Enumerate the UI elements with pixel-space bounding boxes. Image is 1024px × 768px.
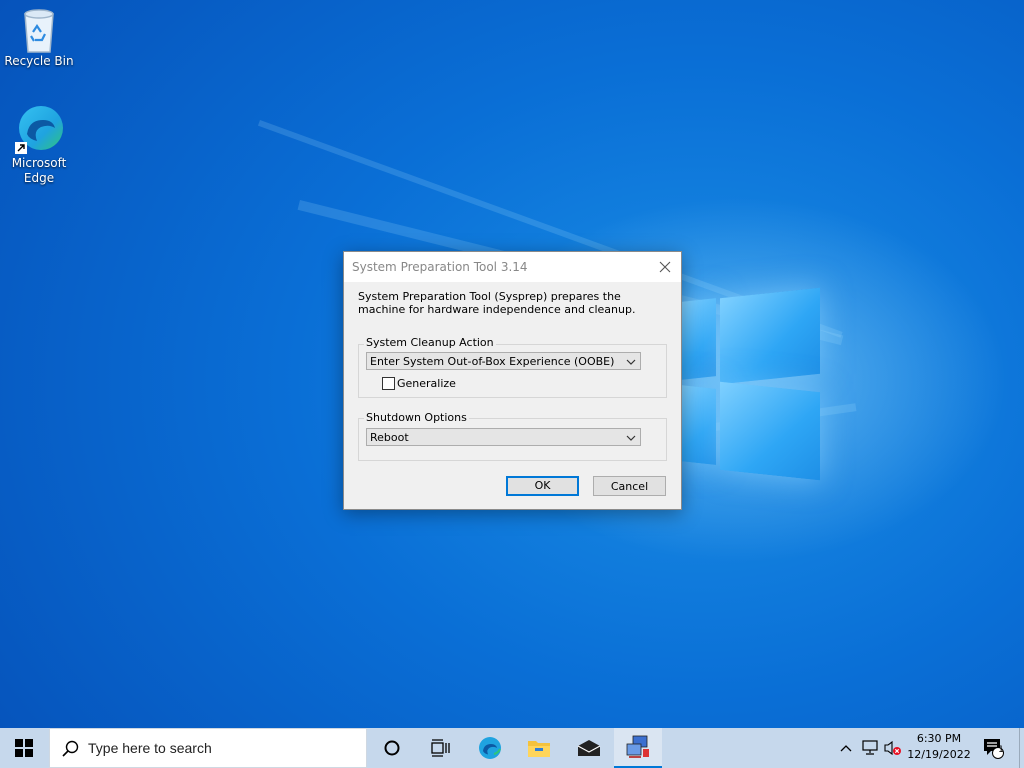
recycle-bin-label: Recycle Bin: [4, 54, 74, 68]
shutdown-select[interactable]: Reboot: [366, 428, 641, 446]
edge-icon: [479, 737, 501, 759]
cancel-button[interactable]: Cancel: [593, 476, 666, 496]
search-placeholder: Type here to search: [88, 740, 212, 756]
cleanup-group-label: System Cleanup Action: [364, 336, 496, 349]
network-icon: [862, 740, 878, 755]
recycle-bin-shortcut[interactable]: Recycle Bin: [1, 6, 77, 69]
recycle-bin-icon: [24, 9, 54, 53]
clock-time: 6:30 PM: [916, 732, 962, 745]
cortana-button[interactable]: [368, 728, 416, 768]
dialog-description: System Preparation Tool (Sysprep) prepar…: [358, 290, 636, 316]
close-icon[interactable]: [655, 257, 675, 277]
edge-icon: [15, 106, 63, 154]
edge-label: Microsoft Edge: [11, 156, 67, 185]
shutdown-value: Reboot: [370, 431, 409, 444]
search-icon: [62, 740, 79, 757]
cleanup-action-value: Enter System Out-of-Box Experience (OOBE…: [370, 355, 615, 368]
taskbar: Type here to search 6:30 PM 12/19/2022 1: [0, 728, 1024, 768]
taskbar-edge[interactable]: [466, 728, 514, 768]
notification-count: 1: [998, 745, 1004, 755]
taskbar-sysprep[interactable]: [614, 728, 662, 768]
logo-pane: [681, 298, 716, 380]
mail-icon: [577, 740, 601, 756]
volume-tray-button[interactable]: [882, 728, 904, 768]
cleanup-action-select[interactable]: Enter System Out-of-Box Experience (OOBE…: [366, 352, 641, 370]
ok-button[interactable]: OK: [506, 476, 579, 496]
logo-pane: [681, 385, 716, 465]
windows-icon: [15, 739, 33, 757]
generalize-label: Generalize: [397, 377, 456, 390]
generalize-checkbox[interactable]: [382, 377, 395, 390]
dialog-titlebar[interactable]: System Preparation Tool 3.14: [344, 252, 681, 282]
start-button[interactable]: [0, 728, 48, 768]
task-view-icon: [431, 739, 450, 757]
volume-muted-icon: [884, 740, 901, 756]
cortana-icon: [384, 740, 400, 756]
chevron-down-icon: [626, 359, 636, 365]
task-view-button[interactable]: [416, 728, 464, 768]
network-tray-button[interactable]: [858, 728, 882, 768]
taskbar-file-explorer[interactable]: [515, 728, 563, 768]
logo-pane: [720, 287, 820, 385]
sysprep-dialog: System Preparation Tool 3.14 System Prep…: [343, 251, 682, 510]
folder-icon: [528, 741, 550, 757]
taskbar-clock[interactable]: 6:30 PM 12/19/2022: [904, 731, 974, 763]
chevron-up-icon: [840, 745, 852, 752]
notification-center-button[interactable]: 1: [978, 728, 1008, 768]
sysprep-icon: [626, 735, 649, 758]
taskbar-search[interactable]: Type here to search: [49, 728, 367, 768]
clock-date: 12/19/2022: [907, 748, 971, 761]
chevron-down-icon: [626, 435, 636, 441]
dialog-title: System Preparation Tool 3.14: [352, 260, 528, 274]
logo-pane: [720, 381, 820, 481]
shutdown-group-label: Shutdown Options: [364, 411, 469, 424]
desktop: Recycle Bin Microsoft Edge System Prepar…: [0, 0, 1024, 728]
edge-shortcut[interactable]: Microsoft Edge: [1, 104, 77, 186]
show-hidden-icons-button[interactable]: [836, 728, 856, 768]
show-desktop-button[interactable]: [1019, 728, 1024, 768]
taskbar-mail[interactable]: [565, 728, 613, 768]
